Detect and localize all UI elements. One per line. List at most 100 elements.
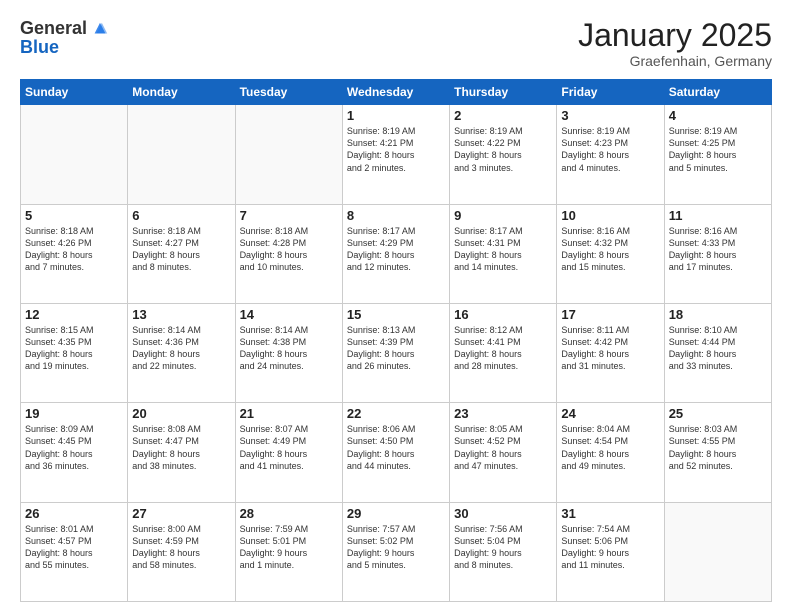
col-thursday: Thursday <box>450 80 557 105</box>
table-row: 1 Sunrise: 8:19 AM Sunset: 4:21 PM Daylig… <box>342 105 449 204</box>
table-row <box>128 105 235 204</box>
col-saturday: Saturday <box>664 80 771 105</box>
day-detail: Sunrise: 8:01 AM Sunset: 4:57 PM Dayligh… <box>25 523 123 572</box>
day-detail: Sunrise: 8:10 AM Sunset: 4:44 PM Dayligh… <box>669 324 767 373</box>
table-row: 16Sunrise: 8:12 AM Sunset: 4:41 PM Dayli… <box>450 303 557 402</box>
day-detail: Sunrise: 8:09 AM Sunset: 4:45 PM Dayligh… <box>25 423 123 472</box>
table-row: 18 Sunrise: 8:10 AM Sunset: 4:44 PM Dayli… <box>664 303 771 402</box>
day-detail: Sunrise: 8:16 AM Sunset: 4:32 PM Dayligh… <box>561 225 659 274</box>
day-number: 25 <box>669 406 767 421</box>
day-number: 18 <box>669 307 767 322</box>
day-detail: Sunrise: 8:18 AM Sunset: 4:26 PM Dayligh… <box>25 225 123 274</box>
day-detail: Sunrise: 8:03 AM Sunset: 4:55 PM Dayligh… <box>669 423 767 472</box>
day-detail: Sunrise: 8:00 AM Sunset: 4:59 PM Dayligh… <box>132 523 230 572</box>
table-row <box>235 105 342 204</box>
day-detail: Sunrise: 8:17 AM Sunset: 4:31 PM Dayligh… <box>454 225 552 274</box>
day-detail: Sunrise: 8:19 AM Sunset: 4:21 PM Dayligh… <box>347 125 445 174</box>
day-detail: Sunrise: 8:15 AM Sunset: 4:35 PM Dayligh… <box>25 324 123 373</box>
title-block: January 2025 Graefenhain, Germany <box>578 18 772 69</box>
day-detail: Sunrise: 8:04 AM Sunset: 4:54 PM Dayligh… <box>561 423 659 472</box>
day-number: 1 <box>347 108 445 123</box>
table-row: 19Sunrise: 8:09 AM Sunset: 4:45 PM Dayli… <box>21 403 128 502</box>
page: General Blue January 2025 Graefenhain, G… <box>0 0 792 612</box>
table-row: 30 Sunrise: 7:56 AM Sunset: 5:04 PM Dayli… <box>450 502 557 601</box>
col-friday: Friday <box>557 80 664 105</box>
day-number: 6 <box>132 208 230 223</box>
day-detail: Sunrise: 8:17 AM Sunset: 4:29 PM Dayligh… <box>347 225 445 274</box>
day-detail: Sunrise: 7:57 AM Sunset: 5:02 PM Dayligh… <box>347 523 445 572</box>
day-number: 15 <box>347 307 445 322</box>
table-row: 28 Sunrise: 7:59 AM Sunset: 5:01 PM Dayli… <box>235 502 342 601</box>
day-detail: Sunrise: 8:14 AM Sunset: 4:36 PM Dayligh… <box>132 324 230 373</box>
day-detail: Sunrise: 8:14 AM Sunset: 4:38 PM Dayligh… <box>240 324 338 373</box>
table-row: 3 Sunrise: 8:19 AM Sunset: 4:23 PM Daylig… <box>557 105 664 204</box>
table-row: 14 Sunrise: 8:14 AM Sunset: 4:38 PM Dayli… <box>235 303 342 402</box>
table-row: 13 Sunrise: 8:14 AM Sunset: 4:36 PM Dayli… <box>128 303 235 402</box>
table-row <box>21 105 128 204</box>
day-number: 29 <box>347 506 445 521</box>
logo-blue: Blue <box>20 37 59 58</box>
day-number: 31 <box>561 506 659 521</box>
day-number: 5 <box>25 208 123 223</box>
day-number: 20 <box>132 406 230 421</box>
table-row: 12 Sunrise: 8:15 AM Sunset: 4:35 PM Dayli… <box>21 303 128 402</box>
table-row: 10Sunrise: 8:16 AM Sunset: 4:32 PM Dayli… <box>557 204 664 303</box>
table-row: 6 Sunrise: 8:18 AM Sunset: 4:27 PM Daylig… <box>128 204 235 303</box>
calendar-week-row: 1 Sunrise: 8:19 AM Sunset: 4:21 PM Daylig… <box>21 105 772 204</box>
calendar-week-row: 19Sunrise: 8:09 AM Sunset: 4:45 PM Dayli… <box>21 403 772 502</box>
day-number: 26 <box>25 506 123 521</box>
day-number: 3 <box>561 108 659 123</box>
day-detail: Sunrise: 8:19 AM Sunset: 4:22 PM Dayligh… <box>454 125 552 174</box>
day-detail: Sunrise: 8:18 AM Sunset: 4:27 PM Dayligh… <box>132 225 230 274</box>
table-row: 17Sunrise: 8:11 AM Sunset: 4:42 PM Dayli… <box>557 303 664 402</box>
day-detail: Sunrise: 8:12 AM Sunset: 4:41 PM Dayligh… <box>454 324 552 373</box>
calendar-week-row: 12 Sunrise: 8:15 AM Sunset: 4:35 PM Dayli… <box>21 303 772 402</box>
day-number: 28 <box>240 506 338 521</box>
logo-general: General <box>20 18 87 39</box>
location: Graefenhain, Germany <box>578 53 772 69</box>
logo-icon <box>91 20 109 38</box>
day-detail: Sunrise: 8:06 AM Sunset: 4:50 PM Dayligh… <box>347 423 445 472</box>
day-detail: Sunrise: 8:18 AM Sunset: 4:28 PM Dayligh… <box>240 225 338 274</box>
table-row: 11 Sunrise: 8:16 AM Sunset: 4:33 PM Dayli… <box>664 204 771 303</box>
day-number: 12 <box>25 307 123 322</box>
table-row: 20Sunrise: 8:08 AM Sunset: 4:47 PM Dayli… <box>128 403 235 502</box>
table-row <box>664 502 771 601</box>
day-detail: Sunrise: 8:11 AM Sunset: 4:42 PM Dayligh… <box>561 324 659 373</box>
day-number: 11 <box>669 208 767 223</box>
day-detail: Sunrise: 7:56 AM Sunset: 5:04 PM Dayligh… <box>454 523 552 572</box>
logo-text: General <box>20 18 109 39</box>
table-row: 26 Sunrise: 8:01 AM Sunset: 4:57 PM Dayli… <box>21 502 128 601</box>
day-detail: Sunrise: 8:05 AM Sunset: 4:52 PM Dayligh… <box>454 423 552 472</box>
calendar-header-row: Sunday Monday Tuesday Wednesday Thursday… <box>21 80 772 105</box>
table-row: 9 Sunrise: 8:17 AM Sunset: 4:31 PM Daylig… <box>450 204 557 303</box>
day-detail: Sunrise: 8:16 AM Sunset: 4:33 PM Dayligh… <box>669 225 767 274</box>
day-detail: Sunrise: 8:19 AM Sunset: 4:25 PM Dayligh… <box>669 125 767 174</box>
col-sunday: Sunday <box>21 80 128 105</box>
month-title: January 2025 <box>578 18 772 53</box>
day-number: 9 <box>454 208 552 223</box>
day-detail: Sunrise: 8:13 AM Sunset: 4:39 PM Dayligh… <box>347 324 445 373</box>
day-detail: Sunrise: 7:59 AM Sunset: 5:01 PM Dayligh… <box>240 523 338 572</box>
day-number: 13 <box>132 307 230 322</box>
table-row: 2 Sunrise: 8:19 AM Sunset: 4:22 PM Daylig… <box>450 105 557 204</box>
day-number: 4 <box>669 108 767 123</box>
day-detail: Sunrise: 8:07 AM Sunset: 4:49 PM Dayligh… <box>240 423 338 472</box>
col-monday: Monday <box>128 80 235 105</box>
table-row: 23Sunrise: 8:05 AM Sunset: 4:52 PM Dayli… <box>450 403 557 502</box>
table-row: 27Sunrise: 8:00 AM Sunset: 4:59 PM Dayli… <box>128 502 235 601</box>
table-row: 15 Sunrise: 8:13 AM Sunset: 4:39 PM Dayli… <box>342 303 449 402</box>
table-row: 21Sunrise: 8:07 AM Sunset: 4:49 PM Dayli… <box>235 403 342 502</box>
day-number: 24 <box>561 406 659 421</box>
table-row: 29 Sunrise: 7:57 AM Sunset: 5:02 PM Dayli… <box>342 502 449 601</box>
day-detail: Sunrise: 8:19 AM Sunset: 4:23 PM Dayligh… <box>561 125 659 174</box>
table-row: 4 Sunrise: 8:19 AM Sunset: 4:25 PM Daylig… <box>664 105 771 204</box>
logo: General Blue <box>20 18 109 58</box>
day-number: 14 <box>240 307 338 322</box>
day-number: 8 <box>347 208 445 223</box>
day-number: 7 <box>240 208 338 223</box>
calendar-table: Sunday Monday Tuesday Wednesday Thursday… <box>20 79 772 602</box>
day-number: 2 <box>454 108 552 123</box>
day-number: 30 <box>454 506 552 521</box>
col-tuesday: Tuesday <box>235 80 342 105</box>
